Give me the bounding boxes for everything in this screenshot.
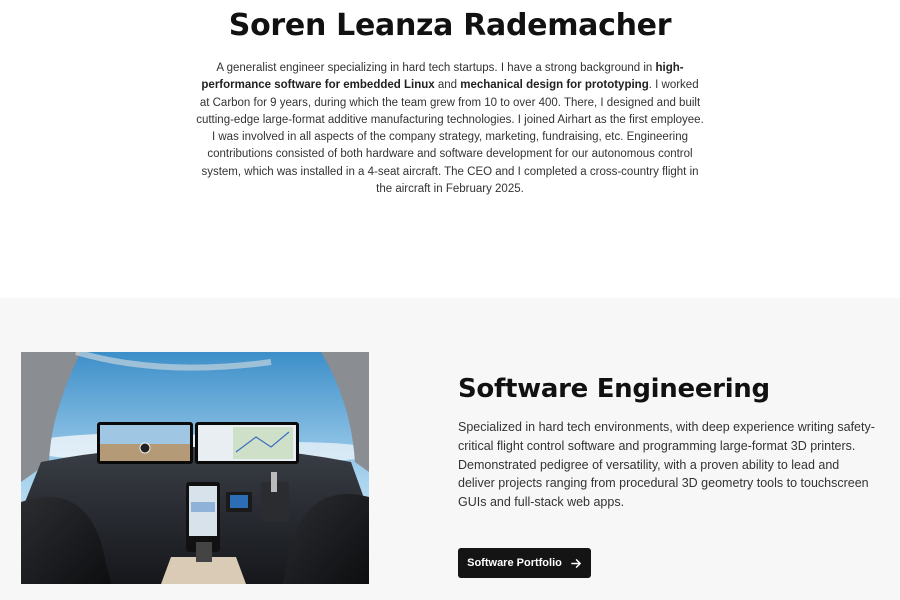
cockpit-photo [21, 352, 369, 584]
section-title: Software Engineering [458, 374, 770, 404]
bio-text-1: A generalist engineer specializing in ha… [216, 62, 656, 74]
button-label: Software Portfolio [467, 557, 562, 569]
software-engineering-section: Software Engineering Specialized in hard… [0, 298, 900, 600]
bio-text-3: . I worked at Carbon for 9 years, during… [196, 79, 704, 196]
bio-paragraph: A generalist engineer specializing in ha… [196, 60, 704, 198]
page-title: Soren Leanza Rademacher [228, 8, 672, 43]
bio-bold-2: mechanical design for prototyping [460, 79, 649, 92]
software-portfolio-button[interactable]: Software Portfolio [458, 548, 591, 578]
bio-text-2: and [434, 79, 461, 92]
arrow-right-icon [571, 558, 582, 569]
section-description: Specialized in hard tech environments, w… [458, 420, 875, 510]
hero-section: Soren Leanza Rademacher A generalist eng… [0, 0, 900, 298]
